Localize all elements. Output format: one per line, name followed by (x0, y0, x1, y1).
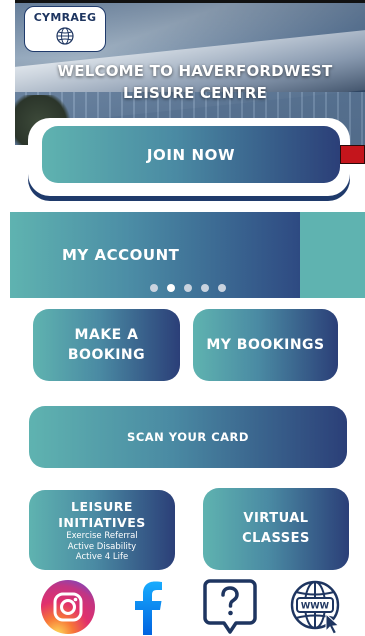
carousel-dot-2[interactable] (167, 284, 175, 292)
virtual-classes-label: VIRTUAL CLASSES (242, 511, 310, 546)
leisure-initiative-item: Active 4 Life (75, 552, 129, 563)
my-bookings-label: MY BOOKINGS (206, 337, 325, 353)
carousel-next-slide-peek[interactable] (300, 212, 365, 298)
leisure-initiative-item: Active Disability (67, 541, 137, 552)
make-booking-label: MAKE A BOOKING (67, 327, 146, 363)
carousel-dot-1[interactable] (150, 284, 158, 292)
carousel-dot-5[interactable] (218, 284, 226, 292)
carousel-dot-4[interactable] (201, 284, 209, 292)
website-globe-icon: WWW (290, 580, 340, 635)
join-now-button[interactable]: JOIN NOW (42, 126, 340, 183)
hero-top-border (15, 0, 365, 3)
language-toggle-button[interactable]: CYMRAEG (24, 6, 106, 52)
help-link[interactable] (200, 578, 260, 636)
facebook-icon (135, 581, 162, 635)
carousel-pagination (150, 284, 226, 292)
website-label: WWW (301, 602, 330, 612)
my-account-label: MY ACCOUNT (62, 246, 180, 264)
scan-card-label: SCAN YOUR CARD (127, 430, 249, 444)
side-red-tab[interactable] (340, 145, 365, 164)
scan-card-button[interactable]: SCAN YOUR CARD (29, 406, 347, 468)
leisure-initiatives-button[interactable]: LEISURE INITIATIVES Exercise Referral Ac… (29, 490, 175, 570)
language-toggle-label: CYMRAEG (33, 11, 97, 24)
my-bookings-button[interactable]: MY BOOKINGS (193, 309, 338, 381)
facebook-link[interactable] (128, 578, 168, 636)
website-link[interactable]: WWW (287, 578, 347, 636)
globe-icon (56, 27, 74, 45)
hero-title: WELCOME TO HAVERFORDWEST LEISURE CENTRE (57, 62, 333, 102)
help-question-icon (203, 579, 257, 634)
instagram-link[interactable] (40, 578, 96, 636)
leisure-initiatives-title: LEISURE INITIATIVES (58, 499, 146, 531)
instagram-icon (41, 580, 95, 634)
make-booking-button[interactable]: MAKE A BOOKING (33, 309, 180, 381)
carousel-dot-3[interactable] (184, 284, 192, 292)
leisure-initiative-item: Exercise Referral (66, 531, 138, 542)
virtual-classes-button[interactable]: VIRTUAL CLASSES (203, 488, 349, 570)
